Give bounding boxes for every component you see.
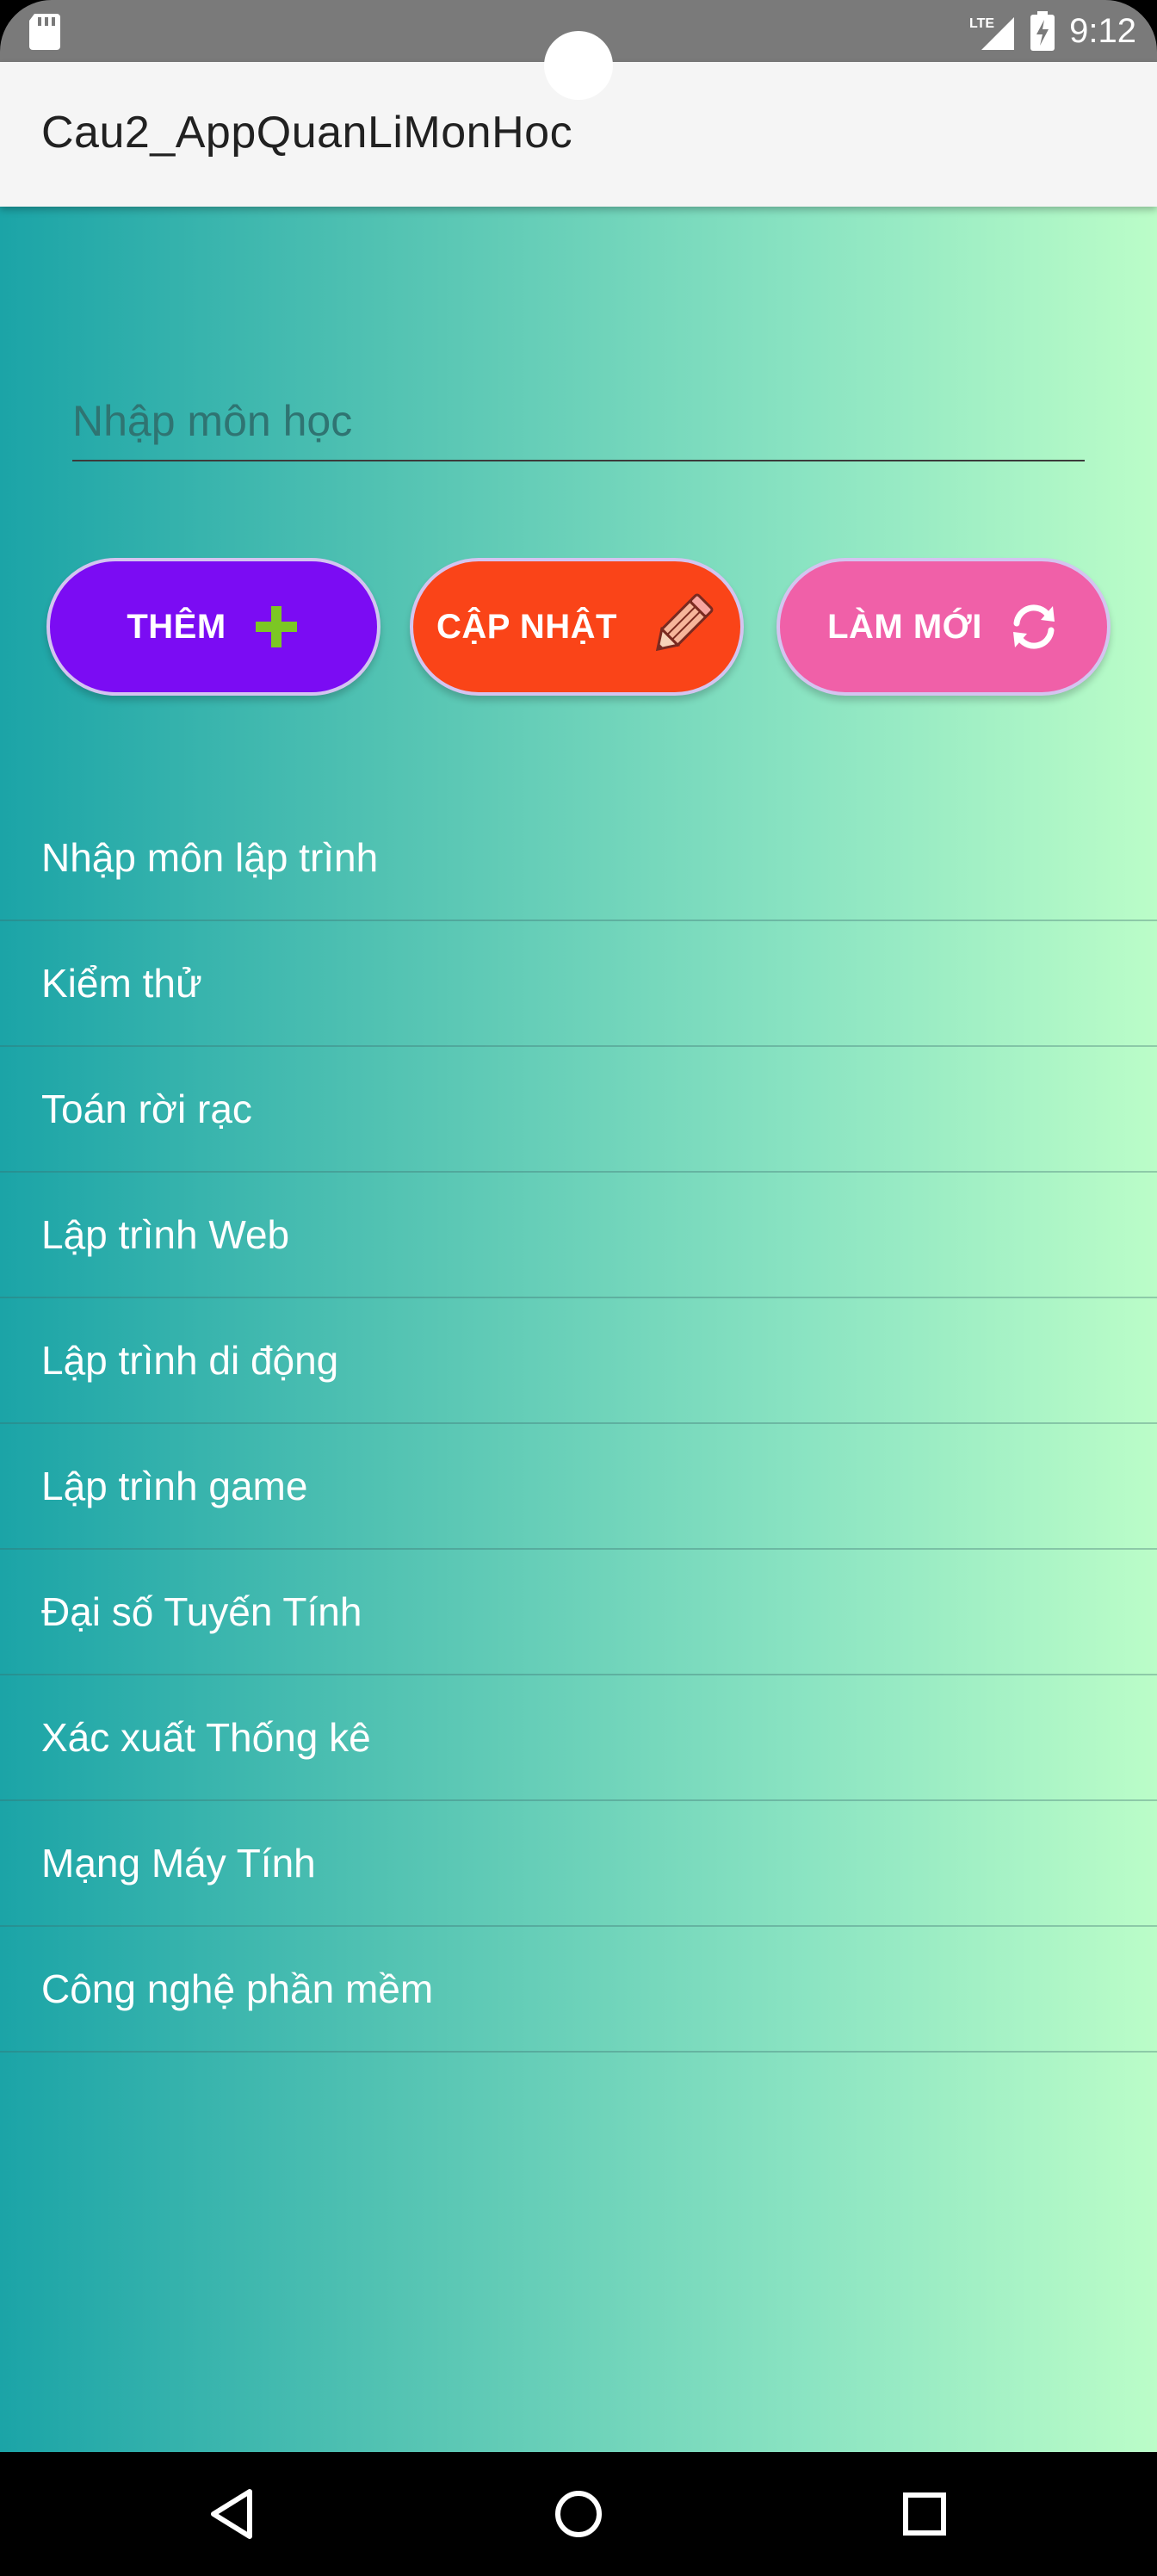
- network-label: LTE: [969, 16, 994, 31]
- refresh-button-label: LÀM MỚI: [827, 607, 982, 646]
- subject-input[interactable]: [72, 382, 1085, 461]
- camera-cutout: [544, 31, 613, 100]
- list-item[interactable]: Công nghệ phần mềm: [0, 1927, 1157, 2053]
- list-item[interactable]: Lập trình di động: [0, 1298, 1157, 1424]
- clock: 9:12: [1069, 11, 1136, 50]
- refresh-icon: [1012, 604, 1055, 649]
- back-icon[interactable]: [207, 2486, 258, 2542]
- add-button-label: THÊM: [127, 607, 226, 646]
- list-item[interactable]: Lập trình game: [0, 1424, 1157, 1550]
- recent-apps-icon[interactable]: [899, 2486, 950, 2542]
- plus-icon: [255, 606, 297, 647]
- list-item[interactable]: Toán rời rạc: [0, 1047, 1157, 1173]
- add-button[interactable]: THÊM: [46, 558, 381, 696]
- home-icon[interactable]: [553, 2486, 604, 2542]
- main-content: THÊM CẬP NHẬT LÀM MỚI: [0, 207, 1157, 2452]
- status-icons: LTE 9:12: [969, 7, 1136, 55]
- battery-charging-icon: [1030, 11, 1055, 51]
- list-item[interactable]: Xác xuất Thống kê: [0, 1675, 1157, 1801]
- app-title: Cau2_AppQuanLiMonHoc: [41, 108, 573, 158]
- update-button-label: CẬP NHẬT: [436, 607, 617, 646]
- update-button[interactable]: CẬP NHẬT: [410, 558, 744, 696]
- list-item[interactable]: Nhập môn lập trình: [0, 796, 1157, 921]
- refresh-button[interactable]: LÀM MỚI: [776, 558, 1111, 696]
- list-item[interactable]: Lập trình Web: [0, 1173, 1157, 1298]
- list-item[interactable]: Kiểm thử: [0, 921, 1157, 1047]
- lte-signal-icon: LTE: [969, 16, 1015, 50]
- sd-card-icon: [29, 14, 60, 50]
- list-item[interactable]: Đại số Tuyến Tính: [0, 1550, 1157, 1675]
- navigation-bar: [0, 2452, 1157, 2576]
- subject-list: Nhập môn lập trình Kiểm thử Toán rời rạc…: [0, 796, 1157, 2053]
- list-item[interactable]: Mạng Máy Tính: [0, 1801, 1157, 1927]
- phone-screen: LTE 9:12 Cau2_AppQuanLiMonHoc THÊM CẬP N…: [0, 0, 1157, 2576]
- pencil-icon: [655, 593, 714, 652]
